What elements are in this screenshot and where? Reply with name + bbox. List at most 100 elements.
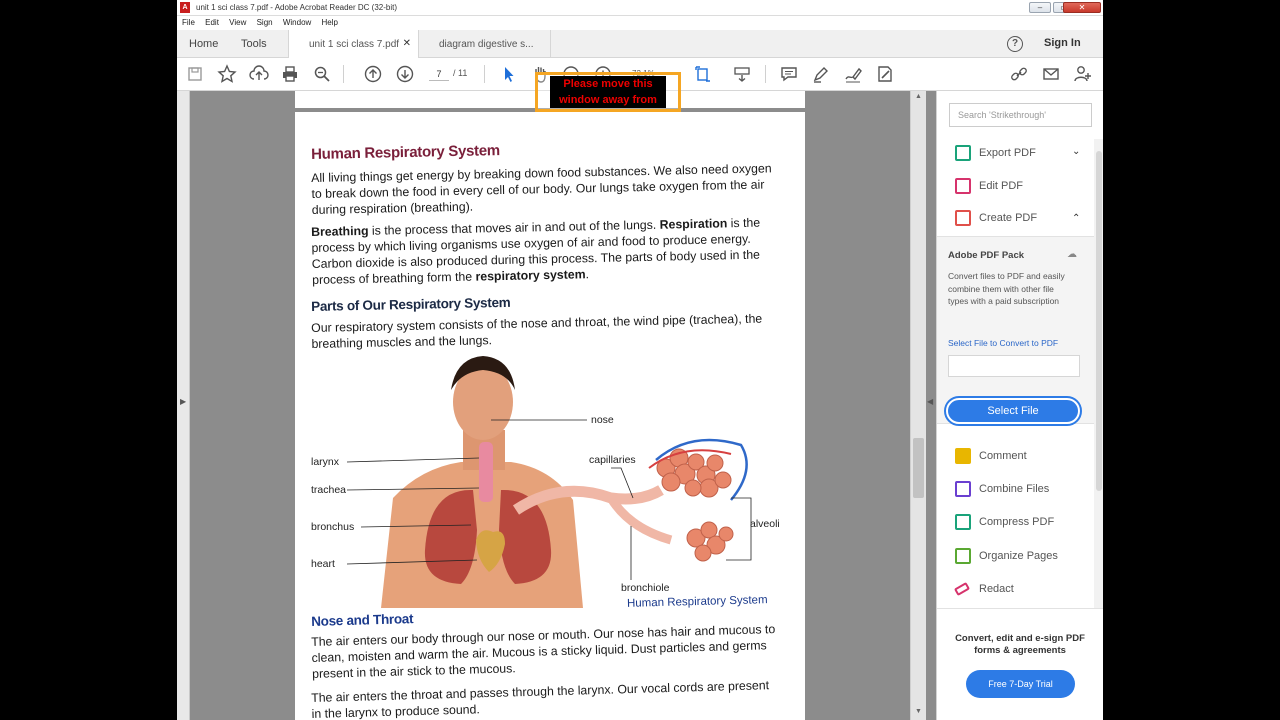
tab-home[interactable]: Home — [189, 38, 218, 50]
highlight-pen-icon[interactable] — [811, 64, 831, 84]
warning-line-2: window away from — [559, 94, 657, 106]
paragraph-nose: The air enters our body through our nose… — [311, 622, 776, 681]
page-number-input[interactable]: 7 — [429, 67, 449, 81]
document-scrollbar[interactable]: ▲ ▼ — [910, 91, 926, 720]
fill-sign-icon[interactable] — [875, 64, 895, 84]
label-alveoli: alveoli — [750, 518, 780, 530]
toolbar-separator — [765, 65, 766, 83]
doc-tab-label: unit 1 sci class 7.pdf — [309, 39, 400, 50]
pdf-pack-panel: Adobe PDF Pack ☁ Convert files to PDF an… — [937, 236, 1094, 426]
menu-help[interactable]: Help — [322, 16, 338, 30]
menu-view[interactable]: View — [229, 16, 246, 30]
menu-sign[interactable]: Sign — [257, 16, 273, 30]
edit-pdf-icon — [955, 178, 971, 194]
sign-in-button[interactable]: Sign In — [1044, 37, 1081, 49]
file-field[interactable] — [948, 355, 1080, 377]
label-capillaries: capillaries — [589, 454, 636, 466]
doc-tab-inactive[interactable]: diagram digestive s... — [419, 30, 551, 58]
zoom-search-icon[interactable] — [312, 64, 332, 84]
print-icon[interactable] — [280, 64, 300, 84]
menu-bar: File Edit View Sign Window Help — [177, 16, 1103, 30]
label-nose: nose — [591, 414, 614, 426]
label-trachea: trachea — [311, 484, 347, 496]
window-title: unit 1 sci class 7.pdf - Adobe Acrobat R… — [196, 3, 397, 12]
footer-promo-text: Convert, edit and e-sign PDF forms & agr… — [955, 633, 1085, 656]
tool-label: Edit PDF — [979, 180, 1024, 192]
page-total: / 11 — [453, 68, 468, 78]
comment-icon[interactable] — [779, 64, 799, 84]
minimize-button[interactable]: – — [1029, 2, 1051, 13]
next-page-icon[interactable] — [395, 64, 415, 84]
free-trial-button[interactable]: Free 7-Day Trial — [966, 670, 1075, 698]
chevron-up-icon[interactable]: ⌃ — [1072, 213, 1080, 224]
pack-title: Adobe PDF Pack — [948, 250, 1025, 261]
tools-pane: ◀ Search 'Strikethrough' Export PDF ⌄ Ed… — [927, 91, 1103, 720]
expand-left-pane-icon[interactable]: ▶ — [180, 397, 186, 406]
upload-cloud-icon[interactable] — [249, 64, 269, 84]
toolbar-separator — [484, 65, 485, 83]
organize-pages-icon — [955, 548, 971, 564]
select-cursor-icon[interactable] — [499, 64, 519, 84]
doc-tab-label: diagram digestive s... — [439, 39, 534, 50]
label-bronchiole: bronchiole — [621, 582, 670, 594]
label-larynx: larynx — [311, 456, 340, 468]
tool-label: Organize Pages — [979, 550, 1058, 562]
toolbar-separator — [343, 65, 344, 83]
tools-pane-scrollbar-thumb[interactable] — [1096, 151, 1102, 491]
tools-search-input[interactable]: Search 'Strikethrough' — [949, 103, 1092, 127]
tab-tools[interactable]: Tools — [241, 38, 267, 50]
tool-label: Combine Files — [979, 483, 1050, 495]
save-icon[interactable] — [185, 64, 205, 84]
compress-pdf-icon — [955, 514, 971, 530]
section-title-respiratory: Human Respiratory System — [311, 142, 501, 163]
cloud-icon: ☁ — [1067, 249, 1077, 260]
previous-page-icon[interactable] — [363, 64, 383, 84]
select-file-link[interactable]: Select File to Convert to PDF — [948, 338, 1058, 348]
scroll-up-icon[interactable]: ▲ — [915, 93, 922, 100]
sign-icon[interactable] — [843, 64, 863, 84]
label-heart: heart — [311, 558, 335, 570]
close-window-button[interactable]: ✕ — [1063, 2, 1101, 13]
title-bar: A unit 1 sci class 7.pdf - Adobe Acrobat… — [177, 0, 1103, 16]
term-respiratory-system: respiratory system — [475, 267, 586, 284]
close-tab-icon[interactable]: ✕ — [403, 38, 411, 49]
chevron-down-icon[interactable]: ⌄ — [1072, 146, 1080, 157]
term-respiration: Respiration — [659, 216, 728, 232]
collapse-tools-pane-icon[interactable]: ◀ — [927, 397, 933, 406]
scroll-down-icon[interactable]: ▼ — [915, 708, 922, 715]
tool-label: Create PDF — [979, 212, 1038, 224]
share-user-icon[interactable] — [1073, 64, 1093, 84]
tools-pane-scrollbar[interactable] — [1094, 139, 1103, 609]
term-breathing: Breathing — [311, 223, 369, 239]
tools-pane-footer: Convert, edit and e-sign PDF forms & agr… — [937, 608, 1103, 720]
bookmark-star-icon[interactable] — [217, 64, 237, 84]
redact-icon — [953, 582, 971, 596]
document-viewport[interactable]: ▶ Human Respiratory System All living th… — [177, 91, 936, 720]
menu-edit[interactable]: Edit — [205, 16, 219, 30]
paragraph-throat: The air enters the throat and passes thr… — [311, 678, 770, 720]
email-icon[interactable] — [1041, 64, 1061, 84]
navigation-pane-strip[interactable]: ▶ — [177, 91, 190, 720]
doc-tab-active[interactable]: unit 1 sci class 7.pdf ✕ — [288, 30, 419, 59]
fit-page-icon[interactable] — [694, 64, 714, 84]
tool-label: Comment — [979, 450, 1027, 462]
pack-description: Convert files to PDF and easily combine … — [948, 271, 1065, 306]
paragraph-intro: All living things get energy by breaking… — [311, 161, 772, 217]
menu-window[interactable]: Window — [283, 16, 311, 30]
scroll-mode-icon[interactable] — [732, 64, 752, 84]
paragraph-breathing: Breathing is the process that moves air … — [311, 214, 782, 288]
respiratory-diagram-illustration — [346, 356, 752, 608]
tool-label: Export PDF — [979, 147, 1036, 159]
respiratory-diagram: nose larynx trachea bronchus heart capil… — [311, 350, 791, 610]
scrollbar-thumb[interactable] — [913, 438, 924, 498]
share-link-icon[interactable] — [1009, 64, 1029, 84]
tool-label: Compress PDF — [979, 516, 1055, 528]
warning-overlay: Please move this window away from — [535, 72, 681, 112]
menu-file[interactable]: File — [182, 16, 195, 30]
warning-line-1: Please move this — [563, 78, 653, 90]
pdf-page[interactable]: Human Respiratory System All living thin… — [295, 112, 805, 720]
combine-files-icon — [955, 481, 971, 497]
help-icon[interactable]: ? — [1007, 36, 1023, 52]
para2-text-3: . — [585, 267, 590, 282]
select-file-button[interactable]: Select File — [944, 396, 1082, 426]
